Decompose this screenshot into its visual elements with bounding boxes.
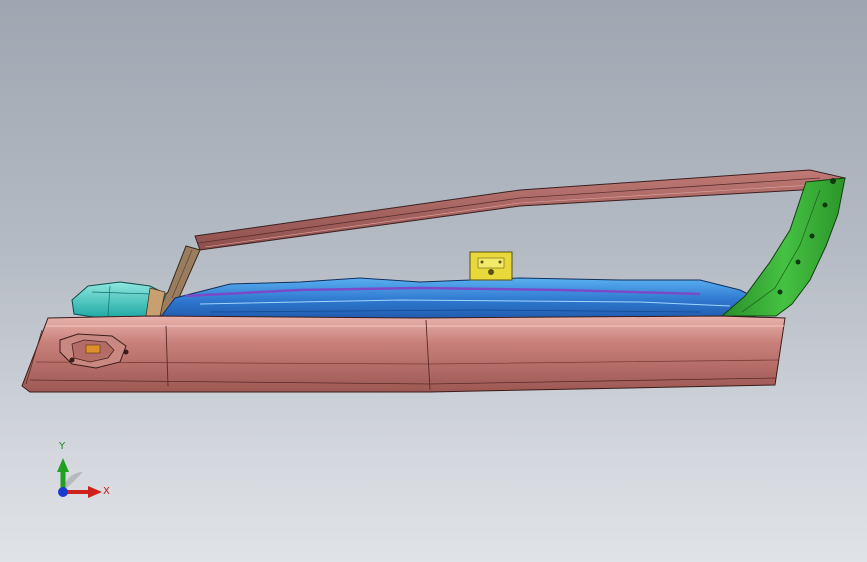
y-axis-arrow-icon (57, 458, 69, 472)
yellow-bracket[interactable] (469, 251, 513, 281)
z-axis-dot-icon (58, 487, 68, 497)
roof-rail[interactable] (194, 169, 846, 251)
cyan-front-part[interactable] (71, 281, 167, 319)
blue-reinforcement[interactable] (159, 277, 761, 323)
x-axis-arrow-icon (88, 486, 102, 498)
graphics-viewport[interactable]: Y X (0, 0, 867, 562)
car-body-side-model[interactable] (0, 0, 867, 562)
triad-y-label: Y (59, 441, 66, 452)
view-triad: Y X (50, 440, 120, 510)
sill-panel[interactable] (21, 315, 786, 393)
triad-x-label: X (103, 486, 110, 497)
